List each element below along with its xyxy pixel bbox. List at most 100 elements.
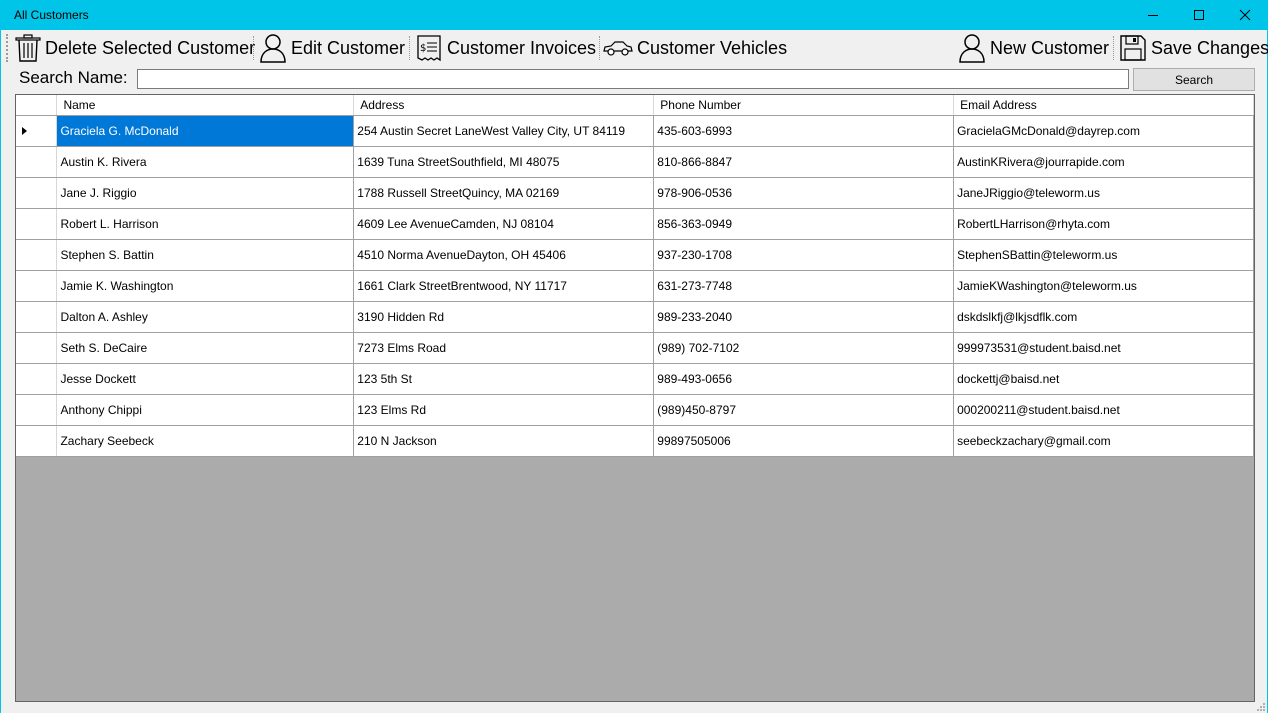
table-row[interactable]: Graciela G. McDonald 254 Austin Secret L… <box>16 115 1254 147</box>
customer-vehicles-button[interactable]: Customer Vehicles <box>603 32 787 64</box>
row-header[interactable] <box>16 146 58 178</box>
cell-phone[interactable]: 810-866-8847 <box>653 146 955 178</box>
cell-name[interactable]: Jesse Dockett <box>56 363 355 395</box>
save-changes-button[interactable]: Save Changes <box>1119 32 1268 64</box>
row-header[interactable] <box>16 332 58 364</box>
edit-customer-label: Edit Customer <box>291 37 406 58</box>
delete-customer-button[interactable]: Delete Selected Customer <box>15 32 255 64</box>
customers-grid[interactable]: Name Address Phone Number Email Address … <box>15 94 1255 702</box>
cell-name[interactable]: Graciela G. McDonald <box>56 115 355 147</box>
cell-phone[interactable]: 989-233-2040 <box>653 301 955 333</box>
search-name-label: Search Name: <box>19 68 128 87</box>
cell-email[interactable]: AustinKRivera@jourrapide.com <box>953 146 1254 178</box>
cell-name[interactable]: Anthony Chippi <box>56 394 355 426</box>
cell-address[interactable]: 1788 Russell StreetQuincy, MA 02169 <box>353 177 655 209</box>
table-row[interactable]: Stephen S. Battin 4510 Norma AvenueDayto… <box>16 239 1254 271</box>
close-button[interactable] <box>1222 0 1268 30</box>
cell-address[interactable]: 4609 Lee AvenueCamden, NJ 08104 <box>353 208 655 240</box>
column-header-phone[interactable]: Phone Number <box>653 95 955 116</box>
row-header[interactable] <box>16 115 58 147</box>
customer-invoices-button[interactable]: $ Customer Invoices <box>415 32 596 64</box>
cell-email[interactable]: 999973531@student.baisd.net <box>953 332 1254 364</box>
row-header[interactable] <box>16 208 58 240</box>
table-row[interactable]: Anthony Chippi 123 Elms Rd (989)450-8797… <box>16 394 1254 426</box>
cell-name[interactable]: Seth S. DeCaire <box>56 332 355 364</box>
row-header[interactable] <box>16 363 58 395</box>
cell-phone[interactable]: (989)450-8797 <box>653 394 955 426</box>
cell-address[interactable]: 123 5th St <box>353 363 655 395</box>
maximize-button[interactable] <box>1176 0 1222 30</box>
table-row[interactable]: Jesse Dockett 123 5th St 989-493-0656 do… <box>16 363 1254 395</box>
cell-email[interactable]: StephenSBattin@teleworm.us <box>953 239 1254 271</box>
column-header-email[interactable]: Email Address <box>953 95 1254 116</box>
cell-name[interactable]: Zachary Seebeck <box>56 425 355 457</box>
table-row[interactable]: Jane J. Riggio 1788 Russell StreetQuincy… <box>16 177 1254 209</box>
cell-email[interactable]: dockettj@baisd.net <box>953 363 1254 395</box>
new-customer-label: New Customer <box>990 37 1110 58</box>
cell-address[interactable]: 7273 Elms Road <box>353 332 655 364</box>
car-icon <box>603 41 633 56</box>
cell-name[interactable]: Dalton A. Ashley <box>56 301 355 333</box>
customer-vehicles-label: Customer Vehicles <box>637 37 788 58</box>
cell-email[interactable]: JaneJRiggio@teleworm.us <box>953 177 1254 209</box>
cell-address[interactable]: 1639 Tuna StreetSouthfield, MI 48075 <box>353 146 655 178</box>
cell-name[interactable]: Stephen S. Battin <box>56 239 355 271</box>
cell-name[interactable]: Jamie K. Washington <box>56 270 355 302</box>
floppy-disk-icon <box>1120 35 1146 61</box>
cell-phone[interactable]: 989-493-0656 <box>653 363 955 395</box>
cell-phone[interactable]: (989) 702-7102 <box>653 332 955 364</box>
cell-address[interactable]: 254 Austin Secret LaneWest Valley City, … <box>353 115 655 147</box>
cell-address[interactable]: 210 N Jackson <box>353 425 655 457</box>
cell-phone[interactable]: 435-603-6993 <box>653 115 955 147</box>
cell-address[interactable]: 1661 Clark StreetBrentwood, NY 11717 <box>353 270 655 302</box>
cell-phone[interactable]: 978-906-0536 <box>653 177 955 209</box>
row-header-corner <box>16 95 58 116</box>
table-row[interactable]: Zachary Seebeck 210 N Jackson 9989750500… <box>16 425 1254 457</box>
customer-invoices-label: Customer Invoices <box>447 37 597 58</box>
table-row[interactable]: Jamie K. Washington 1661 Clark StreetBre… <box>16 270 1254 302</box>
row-header[interactable] <box>16 177 58 209</box>
trash-icon <box>15 34 41 62</box>
user-icon <box>260 34 286 63</box>
customers-table: Name Address Phone Number Email Address … <box>16 95 1254 457</box>
minimize-button[interactable] <box>1130 0 1176 30</box>
cell-email[interactable]: GracielaGMcDonald@dayrep.com <box>953 115 1254 147</box>
edit-customer-button[interactable]: Edit Customer <box>259 32 405 64</box>
cell-phone[interactable]: 856-363-0949 <box>653 208 955 240</box>
row-header[interactable] <box>16 239 58 271</box>
size-grip-icon[interactable] <box>1255 701 1265 711</box>
cell-phone[interactable]: 937-230-1708 <box>653 239 955 271</box>
table-row[interactable]: Dalton A. Ashley 3190 Hidden Rd 989-233-… <box>16 301 1254 333</box>
row-header[interactable] <box>16 425 58 457</box>
close-icon <box>1239 9 1251 21</box>
cell-email[interactable]: RobertLHarrison@rhyta.com <box>953 208 1254 240</box>
cell-address[interactable]: 3190 Hidden Rd <box>353 301 655 333</box>
cell-name[interactable]: Jane J. Riggio <box>56 177 355 209</box>
new-customer-button[interactable]: New Customer <box>958 32 1109 64</box>
search-name-input[interactable] <box>137 69 1129 89</box>
cell-name[interactable]: Robert L. Harrison <box>56 208 355 240</box>
table-row[interactable]: Austin K. Rivera 1639 Tuna StreetSouthfi… <box>16 146 1254 178</box>
row-header[interactable] <box>16 394 58 426</box>
cell-address[interactable]: 4510 Norma AvenueDayton, OH 45406 <box>353 239 655 271</box>
cell-name[interactable]: Austin K. Rivera <box>56 146 355 178</box>
search-button[interactable]: Search <box>1133 68 1255 91</box>
toolbar-separator <box>253 36 255 60</box>
cell-email[interactable]: JamieKWashington@teleworm.us <box>953 270 1254 302</box>
toolbar-grip[interactable] <box>6 34 10 62</box>
column-header-name[interactable]: Name <box>56 95 355 116</box>
cell-email[interactable]: dskdslkfj@lkjsdflk.com <box>953 301 1254 333</box>
cell-email[interactable]: 000200211@student.baisd.net <box>953 394 1254 426</box>
table-row[interactable]: Robert L. Harrison 4609 Lee AvenueCamden… <box>16 208 1254 240</box>
user-icon <box>959 34 985 63</box>
column-header-address[interactable]: Address <box>353 95 655 116</box>
save-changes-label: Save Changes <box>1151 37 1268 58</box>
maximize-icon <box>1194 10 1204 20</box>
cell-phone[interactable]: 631-273-7748 <box>653 270 955 302</box>
table-row[interactable]: Seth S. DeCaire 7273 Elms Road (989) 702… <box>16 332 1254 364</box>
cell-phone[interactable]: 99897505006 <box>653 425 955 457</box>
cell-email[interactable]: seebeckzachary@gmail.com <box>953 425 1254 457</box>
row-header[interactable] <box>16 270 58 302</box>
cell-address[interactable]: 123 Elms Rd <box>353 394 655 426</box>
row-header[interactable] <box>16 301 58 333</box>
